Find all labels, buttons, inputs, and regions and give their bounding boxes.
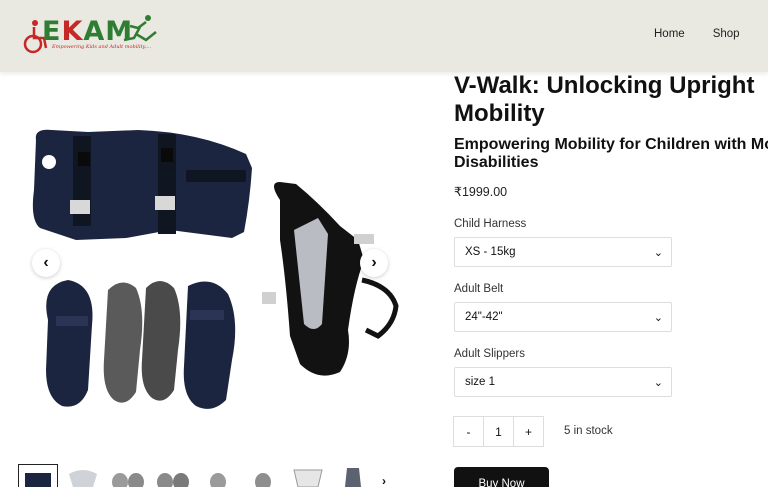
adult-slippers-select[interactable]: size 1 ⌄ xyxy=(454,367,672,397)
child-harness-select[interactable]: XS - 15kg ⌄ xyxy=(454,237,672,267)
thumbnail-1[interactable] xyxy=(18,464,58,487)
ekam-logo[interactable]: EKAM Empowering Kids and Adult mobility.… xyxy=(22,14,158,56)
logo-tagline: Empowering Kids and Adult mobility.... xyxy=(52,44,152,50)
child-harness-value: XS - 15kg xyxy=(465,246,516,258)
adult-belt-label: Adult Belt xyxy=(454,283,504,295)
thumbnail-7[interactable] xyxy=(288,464,328,487)
quantity-input[interactable]: 1 xyxy=(483,416,514,447)
quantity-decrease-button[interactable]: - xyxy=(453,416,484,447)
thumbnail-3[interactable] xyxy=(108,464,148,487)
site-header: EKAM Empowering Kids and Adult mobility.… xyxy=(0,0,768,72)
buy-now-button[interactable]: Buy Now xyxy=(454,467,549,487)
stock-status: 5 in stock xyxy=(564,425,613,437)
product-subtitle: Empowering Mobility for Children with Mo xyxy=(454,136,768,153)
product-title: V-Walk: Unlocking Upright Mobility xyxy=(454,72,755,127)
adult-slippers-label: Adult Slippers xyxy=(454,348,525,360)
thumbnail-4[interactable] xyxy=(153,464,193,487)
thumbnail-next-button[interactable]: › xyxy=(382,474,386,487)
adult-belt xyxy=(262,182,399,376)
quantity-stepper: - 1 + xyxy=(453,416,544,447)
nav-home[interactable]: Home xyxy=(654,28,685,40)
gallery-prev-button[interactable]: ‹ xyxy=(32,249,60,277)
sandals xyxy=(46,280,236,409)
adult-belt-select[interactable]: 24"-42" ⌄ xyxy=(454,302,672,332)
product-subtitle-continued: Disabilities xyxy=(454,154,539,171)
chevron-right-icon: › xyxy=(371,254,377,271)
thumbnail-6[interactable] xyxy=(243,464,283,487)
main-nav: Home Shop Co xyxy=(654,28,768,40)
product-gallery: ‹ › xyxy=(18,110,408,430)
thumbnail-2[interactable] xyxy=(63,464,103,487)
thumbnail-5[interactable] xyxy=(198,464,238,487)
product-image xyxy=(32,129,399,409)
chevron-down-icon: ⌄ xyxy=(653,247,663,259)
thumbnail-strip xyxy=(18,464,398,487)
quantity-increase-button[interactable]: + xyxy=(513,416,544,447)
thumbnail-8[interactable] xyxy=(333,464,373,487)
product-price: ₹1999.00 xyxy=(454,185,508,199)
harness-vest xyxy=(32,129,252,240)
chevron-down-icon: ⌄ xyxy=(653,377,663,389)
nav-shop[interactable]: Shop xyxy=(713,28,740,40)
adult-belt-value: 24"-42" xyxy=(465,311,503,323)
chevron-left-icon: ‹ xyxy=(43,254,49,271)
adult-slippers-value: size 1 xyxy=(465,376,496,388)
gallery-next-button[interactable]: › xyxy=(360,249,388,277)
chevron-down-icon: ⌄ xyxy=(653,312,663,324)
child-harness-label: Child Harness xyxy=(454,218,527,230)
product-info: V-Walk: Unlocking Upright Mobility Empow… xyxy=(454,72,768,199)
logo-wordmark: EKAM xyxy=(42,16,134,47)
